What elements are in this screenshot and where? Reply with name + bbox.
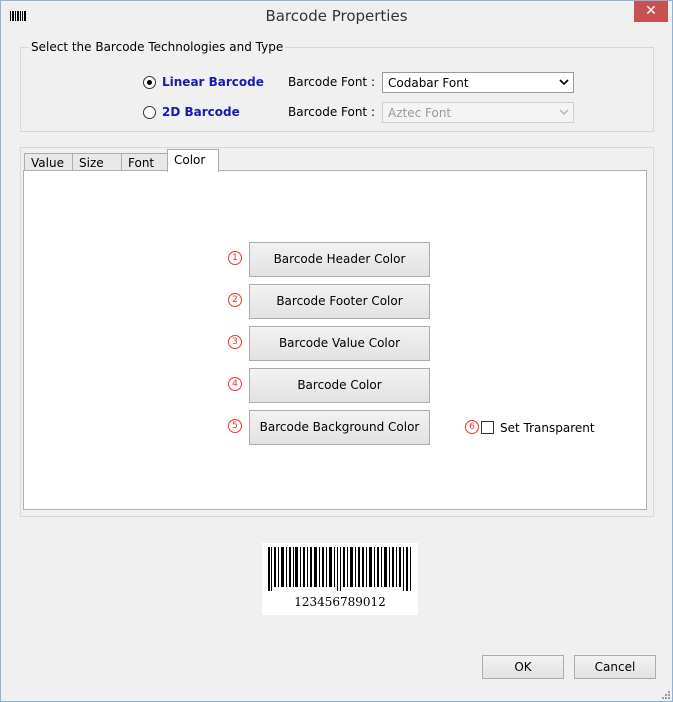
close-button[interactable]: ✕: [634, 1, 668, 22]
linear-font-label: Barcode Font :: [288, 75, 375, 89]
tab-color[interactable]: Color: [167, 149, 219, 172]
linear-font-value: Codabar Font: [388, 75, 469, 90]
step-marker-4: 4: [228, 377, 242, 391]
set-transparent-label[interactable]: Set Transparent: [500, 421, 595, 435]
chevron-down-icon: [559, 79, 569, 86]
linear-barcode-radio[interactable]: Linear Barcode: [143, 72, 264, 92]
ok-button[interactable]: OK: [482, 655, 564, 679]
step-marker-2: 2: [228, 293, 242, 307]
2d-font-select: Aztec Font: [382, 102, 574, 123]
window-title: Barcode Properties: [265, 7, 408, 25]
technology-group-legend: Select the Barcode Technologies and Type: [29, 40, 286, 54]
2d-barcode-radio[interactable]: 2D Barcode: [143, 102, 240, 122]
step-marker-3: 3: [228, 335, 242, 349]
linear-barcode-label[interactable]: Linear Barcode: [162, 75, 264, 89]
title-bar[interactable]: Barcode Properties ✕: [1, 1, 672, 31]
step-marker-1: 1: [228, 251, 242, 265]
tab-color-label: Color: [174, 153, 206, 167]
barcode-background-color-button[interactable]: Barcode Background Color: [249, 410, 430, 445]
2d-font-value: Aztec Font: [388, 105, 452, 120]
radio-indicator[interactable]: [143, 75, 156, 89]
2d-barcode-label[interactable]: 2D Barcode: [162, 105, 240, 119]
2d-font-label: Barcode Font :: [288, 105, 375, 119]
close-icon: ✕: [645, 3, 657, 19]
linear-font-select[interactable]: Codabar Font: [382, 72, 574, 93]
barcode-footer-color-button[interactable]: Barcode Footer Color: [249, 284, 430, 319]
resize-grip-icon[interactable]: [660, 689, 670, 699]
step-marker-6: 6: [465, 420, 479, 434]
barcode-preview: 123456789012: [262, 543, 418, 615]
radio-indicator[interactable]: [143, 105, 156, 119]
tab-size-label: Size: [79, 156, 104, 170]
barcode-color-button[interactable]: Barcode Color: [249, 368, 430, 403]
barcode-header-color-button[interactable]: Barcode Header Color: [249, 242, 430, 277]
tab-value-label: Value: [31, 156, 64, 170]
cancel-button[interactable]: Cancel: [574, 655, 656, 679]
dialog-window: Barcode Properties ✕ Select the Barcode …: [0, 0, 673, 702]
technology-group: Select the Barcode Technologies and Type…: [20, 40, 654, 132]
chevron-down-icon: [559, 109, 569, 116]
barcode-value-text: 123456789012: [294, 595, 386, 609]
step-marker-5: 5: [228, 419, 242, 433]
tab-font-label: Font: [128, 156, 155, 170]
barcode-bars: [268, 547, 411, 591]
barcode-value-color-button[interactable]: Barcode Value Color: [249, 326, 430, 361]
set-transparent-checkbox[interactable]: [481, 421, 494, 434]
